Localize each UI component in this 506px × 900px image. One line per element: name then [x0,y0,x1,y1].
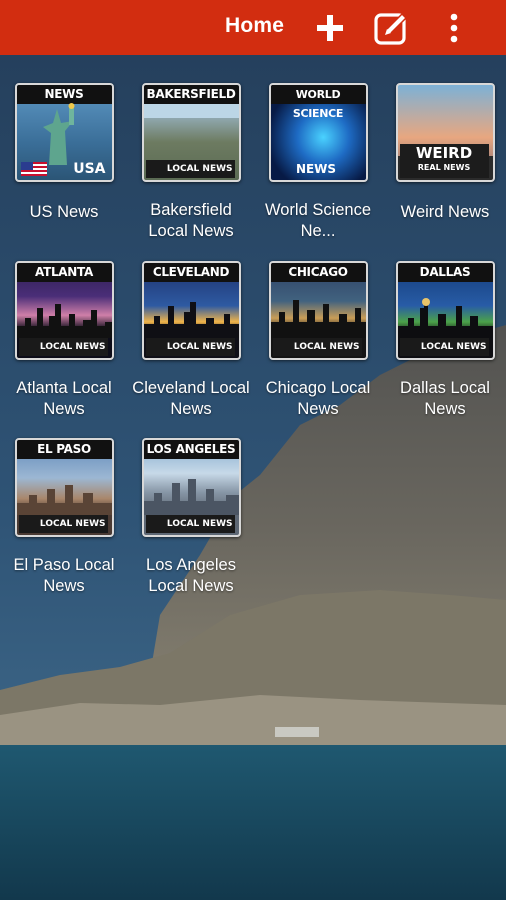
skyline-image [143,473,239,515]
weird-news-thumbnail: WEIRD REAL NEWS [395,83,495,182]
overflow-menu-button[interactable] [434,8,474,48]
cleveland-thumbnail: CLEVELAND LOCAL NEWS [141,261,241,360]
tile-label: Weird News [400,203,490,221]
skyline-image [397,296,493,338]
tile-label: US News [29,203,99,221]
statue-of-liberty-icon [42,103,74,165]
tile-banner: BAKERSFIELD [143,85,239,104]
tile-world-science-news[interactable]: WORLD SCIENCE NEWS World Science Ne... [255,83,381,242]
tile-label: Dallas Local News [400,379,490,418]
weird-badge: WEIRD REAL NEWS [399,144,489,178]
los-angeles-thumbnail: LOS ANGELES LOCAL NEWS [141,438,241,537]
el-paso-thumbnail: EL PASO LOCAL NEWS [14,438,114,537]
skyline-image [143,296,239,338]
edit-icon [374,12,408,45]
tile-los-angeles-news[interactable]: LOS ANGELES LOCAL NEWS Los Angeles Local… [128,438,254,597]
tile-badge: LOCAL NEWS [18,515,108,533]
tile-banner: CLEVELAND [143,263,239,282]
tile-badge: LOCAL NEWS [18,338,108,356]
tile-badge: LOCAL NEWS [145,515,235,533]
tile-banner: CHICAGO [270,263,366,282]
tile-us-news[interactable]: NEWS USA US News [1,83,127,223]
tile-banner: WORLD SCIENCE [270,85,366,120]
tile-banner: NEWS [16,85,112,104]
tile-label: El Paso Local News [13,556,115,595]
tile-bakersfield-news[interactable]: BAKERSFIELD LOCAL NEWS Bakersfield Local… [128,83,254,242]
tile-badge: LOCAL NEWS [145,338,235,356]
app-bar: Home [0,0,506,55]
tile-badge: LOCAL NEWS [145,160,235,178]
tile-el-paso-news[interactable]: EL PASO LOCAL NEWS El Paso Local News [1,438,127,597]
tile-dallas-news[interactable]: DALLAS LOCAL NEWS Dallas Local News [382,261,506,420]
page-title: Home [225,14,285,37]
tile-weird-news[interactable]: WEIRD REAL NEWS Weird News [382,83,506,223]
edit-button[interactable] [371,8,411,48]
tile-banner: DALLAS [397,263,493,282]
tile-chicago-news[interactable]: CHICAGO LOCAL NEWS Chicago Local News [255,261,381,420]
tile-banner: ATLANTA [16,263,112,282]
tile-banner: EL PASO [16,440,112,459]
dallas-thumbnail: DALLAS LOCAL NEWS [395,261,495,360]
more-vertical-icon [450,13,458,43]
tile-banner: LOS ANGELES [143,440,239,459]
world-science-thumbnail: WORLD SCIENCE NEWS [268,83,368,182]
tile-label: Atlanta Local News [16,379,112,418]
tile-badge: USA [73,161,106,177]
tile-atlanta-news[interactable]: ATLANTA LOCAL NEWS Atlanta Local News [1,261,127,420]
tile-badge: NEWS [295,162,337,176]
tile-label: World Science Ne... [264,201,372,240]
tile-label: Bakersfield Local News [148,201,234,240]
tile-badge: LOCAL NEWS [272,338,362,356]
tile-label: Chicago Local News [265,379,371,418]
add-button[interactable] [310,8,350,48]
tile-label: Los Angeles Local News [146,556,236,595]
tile-cleveland-news[interactable]: CLEVELAND LOCAL NEWS Cleveland Local New… [128,261,254,420]
skyline-image [16,473,112,515]
bakersfield-thumbnail: BAKERSFIELD LOCAL NEWS [141,83,241,182]
tile-badge: LOCAL NEWS [399,338,489,356]
plus-icon [317,15,343,41]
chicago-thumbnail: CHICAGO LOCAL NEWS [268,261,368,360]
skyline-image [270,296,366,338]
us-news-thumbnail: NEWS USA [14,83,114,182]
tile-label: Cleveland Local News [132,379,250,418]
skyline-image [16,296,112,338]
atlanta-thumbnail: ATLANTA LOCAL NEWS [14,261,114,360]
